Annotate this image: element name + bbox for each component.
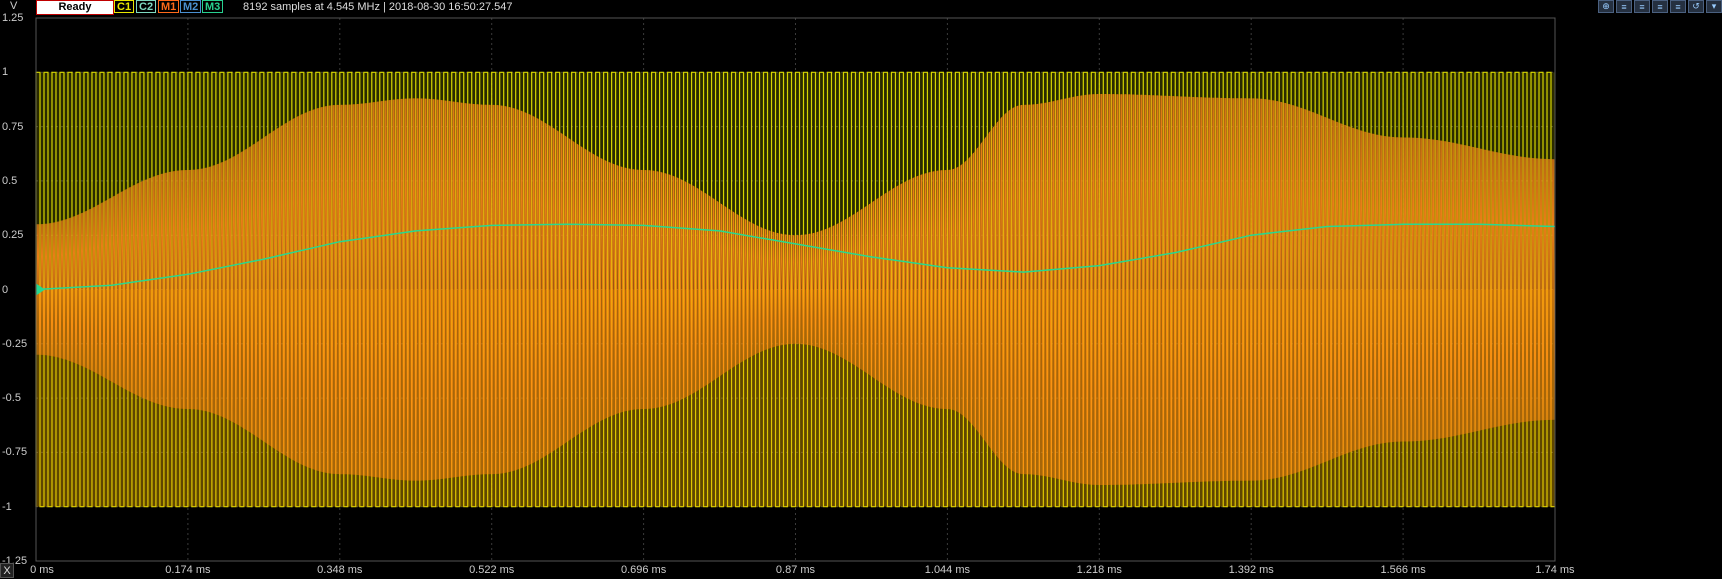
x-tick-label: 0.174 ms bbox=[165, 564, 211, 576]
x-tick-label: 1.566 ms bbox=[1380, 564, 1426, 576]
y-tick-label: 1 bbox=[2, 66, 9, 79]
x-tick-label: 1.392 ms bbox=[1228, 564, 1274, 576]
y-tick-label: -0.25 bbox=[2, 337, 28, 350]
x-tick-label: 0.522 ms bbox=[469, 564, 515, 576]
y-tick-label: -1 bbox=[2, 500, 12, 513]
x-tick-label: 0.696 ms bbox=[620, 564, 667, 576]
y-tick-label: 1.25 bbox=[2, 12, 24, 24]
x-tick-label: 0.87 ms bbox=[775, 564, 816, 576]
x-tick-label: 0 ms bbox=[30, 564, 54, 576]
y-tick-label: 0.25 bbox=[2, 229, 24, 242]
scope-plot[interactable] bbox=[0, 0, 1722, 579]
x-tick-label: 1.218 ms bbox=[1076, 564, 1122, 576]
x-axis-button[interactable]: X bbox=[0, 563, 14, 578]
y-tick-label: 0 bbox=[2, 283, 9, 296]
series-m1-lower-fill bbox=[36, 289, 1555, 507]
x-tick-label: 1.74 ms bbox=[1535, 564, 1575, 576]
y-tick-label: -0.75 bbox=[2, 446, 28, 459]
x-tick-label: 1.044 ms bbox=[924, 564, 971, 576]
y-tick-label: 0.5 bbox=[2, 174, 18, 187]
y-tick-label: -0.5 bbox=[2, 392, 21, 405]
y-tick-label: 0.75 bbox=[2, 120, 24, 133]
x-tick-label: 0.348 ms bbox=[317, 564, 363, 576]
